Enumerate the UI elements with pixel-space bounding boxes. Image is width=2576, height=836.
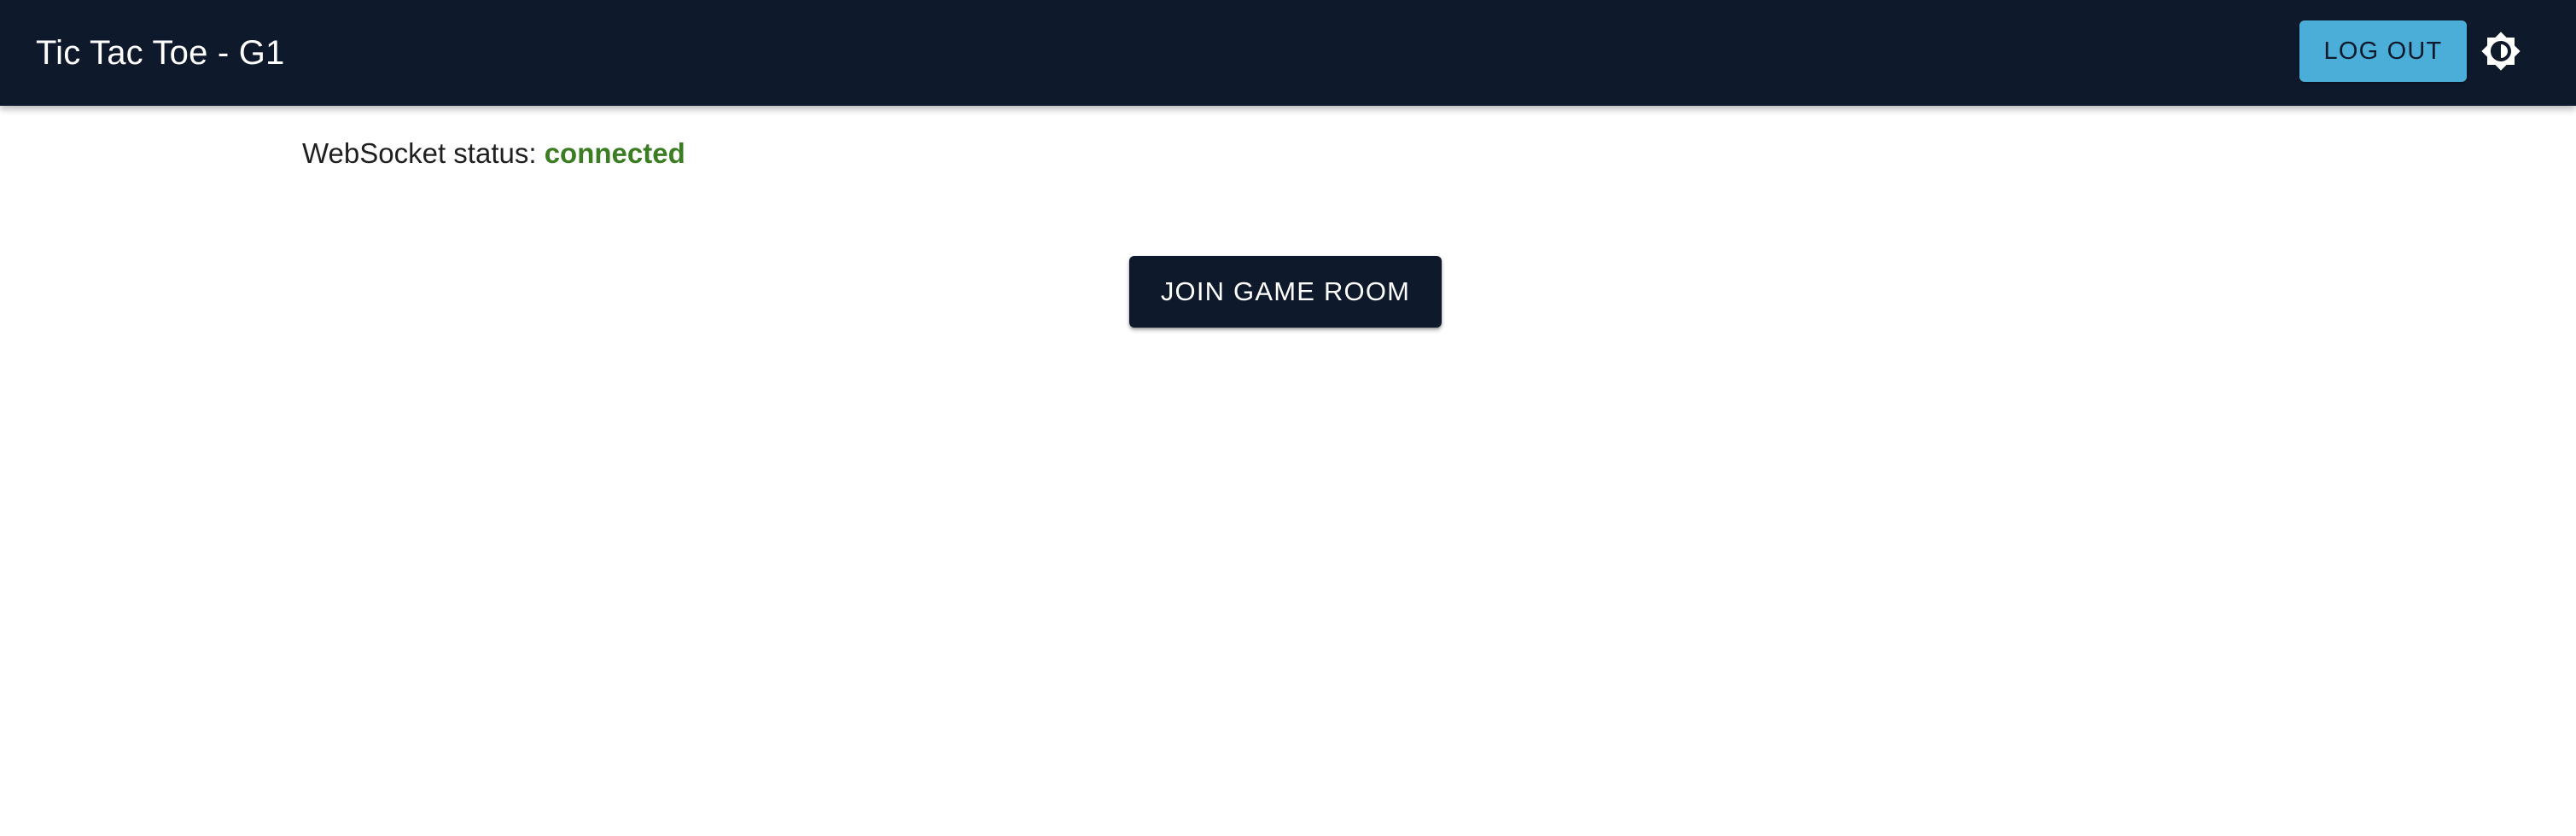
app-bar: Tic Tac Toe - G1 LOG OUT xyxy=(0,0,2576,106)
websocket-status-label: WebSocket status: xyxy=(302,137,537,169)
websocket-status: WebSocket status: connected xyxy=(302,133,685,174)
join-game-room-button[interactable]: JOIN GAME ROOM xyxy=(1129,256,1442,328)
brightness-icon xyxy=(2481,32,2521,71)
websocket-status-value: connected xyxy=(544,137,685,169)
app-title: Tic Tac Toe - G1 xyxy=(36,34,285,72)
theme-toggle-button[interactable] xyxy=(2479,29,2523,73)
logout-button[interactable]: LOG OUT xyxy=(2299,20,2467,82)
